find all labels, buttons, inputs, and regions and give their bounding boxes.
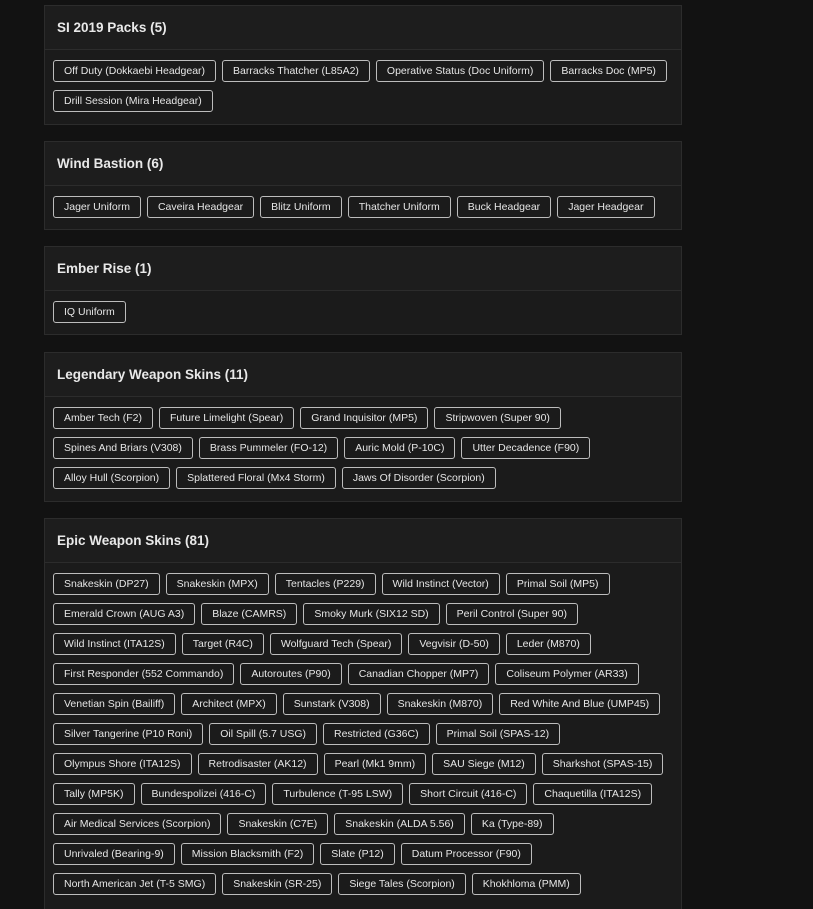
section-si-2019-packs: SI 2019 Packs (5) Off Duty (Dokkaebi Hea… [44, 5, 682, 125]
item-tag[interactable]: Siege Tales (Scorpion) [338, 873, 466, 895]
tag-list: IQ Uniform [45, 291, 681, 337]
item-tag[interactable]: Auric Mold (P-10C) [344, 437, 456, 459]
item-tag[interactable]: Vegvisir (D-50) [408, 633, 500, 655]
item-tag[interactable]: Target (R4C) [181, 633, 264, 655]
item-tag[interactable]: Spines And Briars (V308) [53, 437, 193, 459]
item-tag[interactable]: Chaquetilla (ITA12S) [533, 783, 653, 805]
item-tag[interactable]: Jaws Of Disorder (Scorpion) [341, 467, 496, 489]
item-tag[interactable]: Thatcher Uniform [347, 196, 451, 218]
item-tag[interactable]: Slate (P12) [320, 843, 395, 865]
item-tag[interactable]: Canadian Chopper (MP7) [347, 663, 490, 685]
tag-list: Off Duty (Dokkaebi Headgear) Barracks Th… [45, 50, 681, 126]
item-tag[interactable]: Brass Pummeler (FO-12) [198, 437, 339, 459]
item-tag[interactable]: IQ Uniform [53, 301, 126, 323]
tag-list: Amber Tech (F2) Future Limelight (Spear)… [45, 397, 681, 503]
section-title: Epic Weapon Skins (81) [45, 519, 681, 563]
item-tag[interactable]: Future Limelight (Spear) [159, 407, 295, 429]
item-tag[interactable]: Autoroutes (P90) [240, 663, 342, 685]
item-tag[interactable]: Tally (MP5K) [53, 783, 135, 805]
item-tag[interactable]: Splattered Floral (Mx4 Storm) [176, 467, 336, 489]
item-tag[interactable]: Snakeskin (C7E) [227, 813, 329, 835]
item-tag[interactable]: Smoky Murk (SIX12 SD) [303, 603, 440, 625]
item-tag[interactable]: Snakeskin (MPX) [165, 573, 269, 595]
item-tag[interactable]: Utter Decadence (F90) [461, 437, 591, 459]
item-tag[interactable]: Jager Uniform [53, 196, 141, 218]
item-tag[interactable]: Olympus Shore (ITA12S) [53, 753, 192, 775]
item-tag[interactable]: Peril Control (Super 90) [445, 603, 578, 625]
item-tag[interactable]: Wild Instinct (ITA12S) [53, 633, 176, 655]
section-title: Ember Rise (1) [45, 247, 681, 291]
item-tag[interactable]: First Responder (552 Commando) [53, 663, 235, 685]
item-tag[interactable]: Wolfguard Tech (Spear) [269, 633, 403, 655]
item-tag[interactable]: Datum Processor (F90) [400, 843, 532, 865]
item-tag[interactable]: Mission Blacksmith (F2) [180, 843, 315, 865]
item-tag[interactable]: Ka (Type-89) [470, 813, 554, 835]
item-tag[interactable]: Operative Status (Doc Uniform) [375, 60, 545, 82]
item-tag[interactable]: SAU Siege (M12) [432, 753, 536, 775]
item-tag[interactable]: Alloy Hull (Scorpion) [53, 467, 171, 489]
item-tag[interactable]: Silver Tangerine (P10 Roni) [53, 723, 204, 745]
item-tag[interactable]: Blaze (CAMRS) [201, 603, 298, 625]
item-tag[interactable]: Snakeskin (DP27) [53, 573, 160, 595]
section-epic-weapon-skins: Epic Weapon Skins (81) Snakeskin (DP27) … [44, 518, 682, 909]
item-tag[interactable]: Retrodisaster (AK12) [197, 753, 318, 775]
item-tag[interactable]: Air Medical Services (Scorpion) [53, 813, 222, 835]
item-tag[interactable]: Sharkshot (SPAS-15) [541, 753, 664, 775]
item-tag[interactable]: Primal Soil (SPAS-12) [435, 723, 561, 745]
section-legendary-weapon-skins: Legendary Weapon Skins (11) Amber Tech (… [44, 352, 682, 502]
item-tag[interactable]: Khokhloma (PMM) [471, 873, 581, 895]
item-tag[interactable]: Sunstark (V308) [282, 693, 381, 715]
item-tag[interactable]: Architect (MPX) [181, 693, 277, 715]
item-tag[interactable]: Drill Session (Mira Headgear) [53, 90, 213, 112]
item-tag[interactable]: Stripwoven (Super 90) [434, 407, 561, 429]
item-tag[interactable]: Snakeskin (M870) [386, 693, 494, 715]
item-tag[interactable]: Barracks Doc (MP5) [550, 60, 667, 82]
section-title: Wind Bastion (6) [45, 142, 681, 186]
item-tag[interactable]: Turbulence (T-95 LSW) [272, 783, 404, 805]
item-tag[interactable]: Short Circuit (416-C) [409, 783, 528, 805]
item-tag[interactable]: Pearl (Mk1 9mm) [323, 753, 427, 775]
item-tag[interactable]: Primal Soil (MP5) [505, 573, 610, 595]
item-tag[interactable]: Jager Headgear [557, 196, 655, 218]
section-ember-rise: Ember Rise (1) IQ Uniform [44, 246, 682, 335]
item-tag[interactable]: Leder (M870) [505, 633, 591, 655]
item-tag[interactable]: Tentacles (P229) [274, 573, 376, 595]
tag-list: Jager Uniform Caveira Headgear Blitz Uni… [45, 186, 681, 232]
item-tag[interactable]: Barracks Thatcher (L85A2) [222, 60, 370, 82]
item-tag[interactable]: Off Duty (Dokkaebi Headgear) [53, 60, 217, 82]
item-tag[interactable]: Bundespolizei (416-C) [140, 783, 267, 805]
page: SI 2019 Packs (5) Off Duty (Dokkaebi Hea… [0, 0, 813, 909]
section-wind-bastion: Wind Bastion (6) Jager Uniform Caveira H… [44, 141, 682, 230]
item-tag[interactable]: Coliseum Polymer (AR33) [495, 663, 639, 685]
item-tag[interactable]: Blitz Uniform [260, 196, 342, 218]
section-title: Legendary Weapon Skins (11) [45, 353, 681, 397]
item-tag[interactable]: Oil Spill (5.7 USG) [209, 723, 317, 745]
section-title: SI 2019 Packs (5) [45, 6, 681, 50]
item-tag[interactable]: Caveira Headgear [146, 196, 255, 218]
item-tag[interactable]: Unrivaled (Bearing-9) [53, 843, 175, 865]
item-tag[interactable]: Snakeskin (SR-25) [222, 873, 333, 895]
item-tag[interactable]: Buck Headgear [456, 196, 552, 218]
item-tag[interactable]: Snakeskin (ALDA 5.56) [334, 813, 465, 835]
item-tag[interactable]: Venetian Spin (Bailiff) [53, 693, 176, 715]
item-tag[interactable]: Emerald Crown (AUG A3) [53, 603, 196, 625]
item-tag[interactable]: Wild Instinct (Vector) [381, 573, 500, 595]
item-tag[interactable]: North American Jet (T-5 SMG) [53, 873, 217, 895]
item-tag[interactable]: Restricted (G36C) [323, 723, 430, 745]
tag-list: Snakeskin (DP27) Snakeskin (MPX) Tentacl… [45, 563, 681, 909]
item-tag[interactable]: Amber Tech (F2) [53, 407, 153, 429]
item-tag[interactable]: Grand Inquisitor (MP5) [300, 407, 429, 429]
item-tag[interactable]: Red White And Blue (UMP45) [499, 693, 661, 715]
